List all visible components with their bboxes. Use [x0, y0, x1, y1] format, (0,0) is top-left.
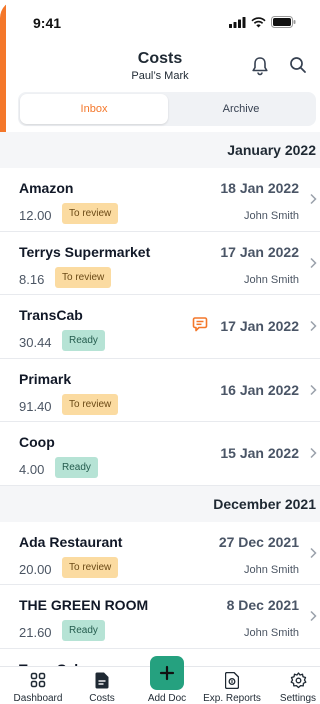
chevron-right-icon: [310, 193, 317, 205]
list-item[interactable]: Coop 4.00 Ready 15 Jan 2022: [0, 422, 320, 486]
amount: 21.60: [19, 625, 52, 640]
list-item[interactable]: Terrys Supermarket 8.16 To review 17 Jan…: [0, 231, 320, 295]
app-header: Costs Paul’s Mark: [0, 44, 320, 90]
tab-label: Settings: [279, 693, 317, 704]
tab-costs[interactable]: Costs: [70, 667, 134, 704]
status-bar: 9:41: [0, 0, 320, 44]
wifi-icon: [251, 16, 266, 27]
status-badge: Ready: [62, 620, 105, 641]
status-badge: Ready: [55, 457, 98, 478]
amount: 4.00: [19, 462, 45, 477]
phone-screen: 9:41 Costs Paul’s Mark Inbox Archive Jan…: [0, 0, 320, 704]
status-icons: [229, 16, 296, 28]
merchant-name: Terrys Supermarket: [19, 243, 151, 260]
merchant-name: Coop: [19, 434, 55, 450]
chevron-right-icon: [310, 257, 317, 268]
tab-exp-reports[interactable]: Exp. Reports: [200, 667, 264, 704]
tab-dashboard[interactable]: Dashboard: [6, 667, 70, 704]
merchant-name: TransCab: [19, 307, 83, 323]
cellular-signal-icon: [229, 16, 246, 28]
amount: 8.16: [19, 271, 45, 287]
item-date: 17 Jan 2022: [220, 318, 299, 334]
submitter-name: John Smith: [243, 210, 299, 222]
submitter-name: John Smith: [243, 273, 299, 286]
dashboard-icon: [30, 672, 46, 688]
bell-icon[interactable]: [251, 56, 269, 76]
list-item[interactable]: Amazon 12.00 To review 18 Jan 2022 John …: [0, 168, 320, 232]
merchant-name: Primark: [19, 370, 72, 387]
item-date: 18 Jan 2022: [220, 180, 299, 196]
status-badge: To review: [62, 393, 119, 415]
tab-inbox[interactable]: Inbox: [20, 94, 168, 124]
list-item[interactable]: Ada Restaurant 20.00 To review 27 Dec 20…: [0, 521, 320, 585]
battery-icon: [271, 16, 296, 28]
search-icon[interactable]: [289, 56, 307, 74]
status-badge: To review: [55, 266, 112, 288]
tab-archive[interactable]: Archive: [168, 94, 314, 124]
amount: 91.40: [19, 398, 52, 414]
document-icon: [95, 672, 109, 689]
item-date: 15 Jan 2022: [220, 445, 299, 461]
item-date: 16 Jan 2022: [220, 381, 299, 398]
chevron-right-icon: [310, 320, 317, 332]
gear-icon: [290, 672, 306, 689]
status-time: 9:41: [33, 15, 62, 31]
merchant-name: THE GREEN ROOM: [19, 597, 149, 613]
amount: 30.44: [19, 335, 52, 350]
submitter-name: John Smith: [243, 563, 299, 576]
amount: 20.00: [19, 561, 52, 577]
chevron-right-icon: [310, 547, 317, 558]
item-date: 27 Dec 2021: [218, 533, 299, 550]
add-doc-button[interactable]: [150, 656, 184, 690]
list-item[interactable]: Primark 91.40 To review 16 Jan 2022: [0, 358, 320, 422]
group-header-december-2021: December 2021: [0, 485, 320, 522]
chevron-right-icon: [310, 610, 317, 622]
report-icon: [225, 672, 239, 689]
group-header-january-2022: January 2022: [0, 132, 320, 168]
submitter-name: John Smith: [243, 627, 299, 639]
comment-icon: [192, 317, 208, 332]
chevron-right-icon: [310, 447, 317, 459]
page-title: Costs: [137, 50, 183, 67]
amount: 12.00: [19, 208, 52, 223]
chevron-right-icon: [310, 384, 317, 395]
plus-icon: [159, 665, 175, 681]
status-badge: To review: [62, 203, 119, 224]
inbox-archive-segment: Inbox Archive: [18, 92, 316, 126]
status-badge: Ready: [62, 330, 105, 351]
tab-settings[interactable]: Settings: [266, 667, 320, 704]
item-date: 17 Jan 2022: [220, 243, 299, 260]
status-badge: To review: [62, 556, 119, 578]
merchant-name: Ada Restaurant: [19, 533, 123, 550]
list-item[interactable]: TransCab 30.44 Ready 17 Jan 2022: [0, 295, 320, 359]
item-date: 8 Dec 2021: [226, 597, 299, 613]
list-item[interactable]: THE GREEN ROOM 21.60 Ready 8 Dec 2021 Jo…: [0, 585, 320, 649]
costs-list: January 2022 Amazon 12.00 To review 18 J…: [0, 132, 320, 704]
merchant-name: Amazon: [19, 180, 74, 196]
page-subtitle: Paul’s Mark: [131, 70, 189, 82]
